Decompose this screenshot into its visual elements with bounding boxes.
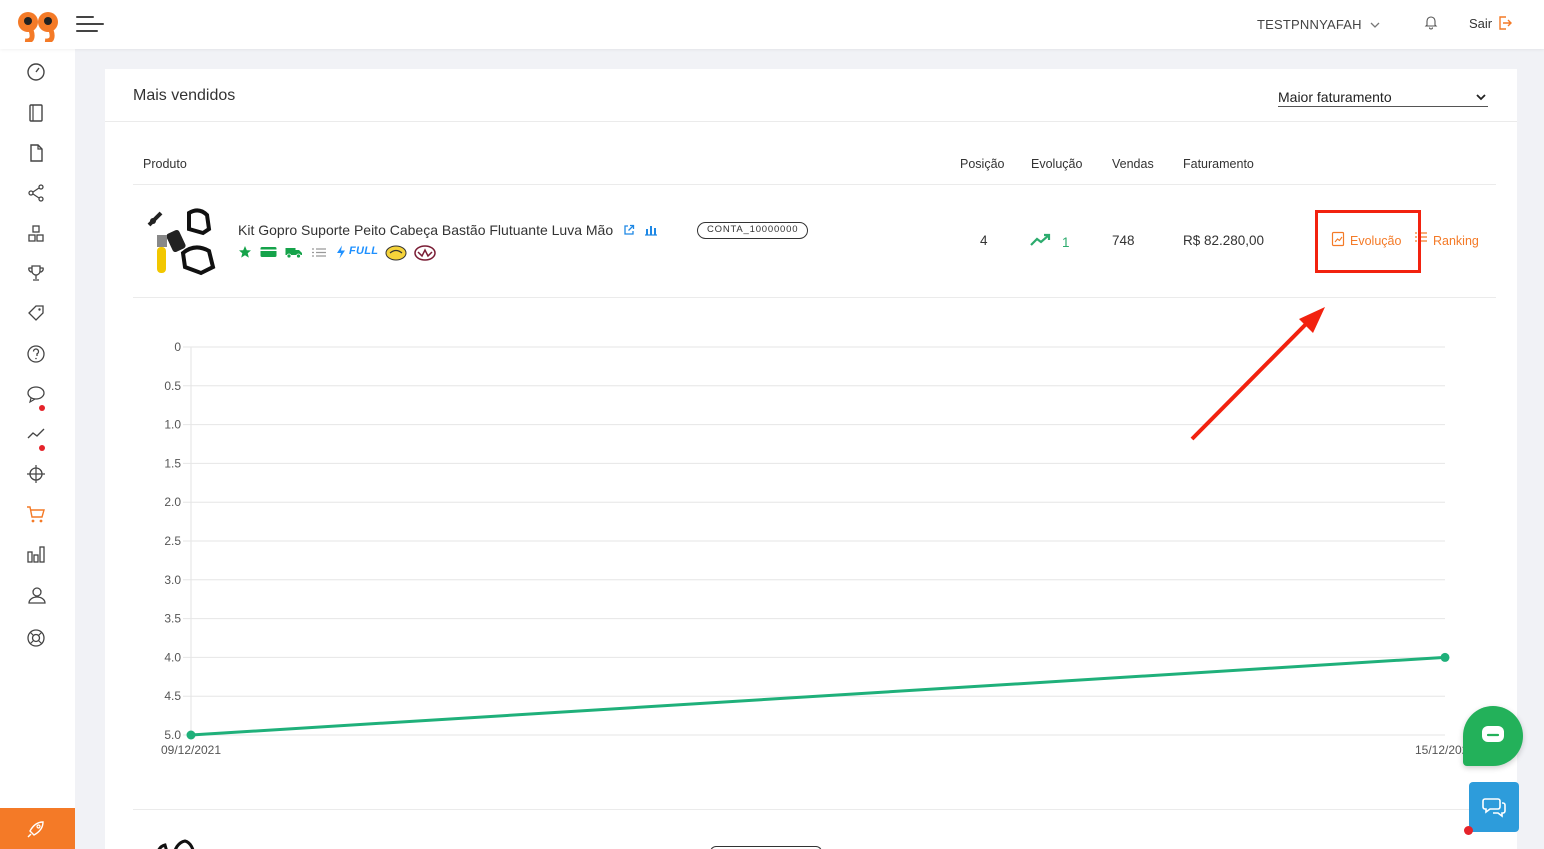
chat-icon[interactable] [25, 383, 47, 405]
help-icon[interactable] [25, 343, 47, 365]
logo-icon[interactable] [17, 10, 59, 42]
y-tick-label: 5.0 [164, 728, 181, 742]
account-badge: CONTA_10000000 [697, 222, 809, 239]
chat-bubble-icon [1482, 726, 1504, 742]
bell-icon[interactable] [1424, 14, 1438, 30]
shipping-logo-icon [385, 245, 407, 261]
boxes-icon[interactable] [25, 223, 47, 245]
trend-up-icon [1030, 233, 1051, 246]
truck-icon [285, 248, 302, 259]
rocket-icon [27, 821, 44, 838]
y-tick-label: 3.0 [164, 573, 181, 587]
notification-dot [39, 405, 45, 411]
chat-widget-button[interactable] [1463, 706, 1523, 766]
y-tick-label: 3.5 [164, 612, 181, 626]
logout-icon[interactable] [1497, 15, 1513, 31]
position-value: 4 [980, 233, 988, 248]
share-icon[interactable] [25, 182, 47, 204]
full-bolt-icon [337, 245, 345, 259]
divider [133, 809, 1496, 810]
notification-dot [39, 445, 45, 451]
speedometer-icon[interactable] [25, 61, 47, 83]
user-menu[interactable]: TESTPNNYAFAH [1257, 17, 1362, 32]
cart-icon[interactable] [25, 503, 47, 525]
column-header-revenue: Faturamento [1183, 157, 1254, 171]
sales-value: 748 [1112, 233, 1135, 248]
support-chat-button[interactable] [1469, 782, 1519, 832]
product-image[interactable] [143, 205, 219, 277]
annotation-arrow [1190, 307, 1325, 441]
highlight-box [1315, 210, 1421, 273]
chat-icon [1482, 798, 1506, 818]
users-icon[interactable] [25, 584, 47, 606]
divider [105, 121, 1517, 122]
y-tick-label: 0.5 [164, 379, 181, 393]
external-link-icon[interactable] [623, 224, 635, 236]
trophy-icon[interactable] [25, 262, 47, 284]
divider [133, 297, 1496, 298]
notification-dot [1464, 826, 1473, 835]
upgrade-button[interactable] [0, 808, 75, 849]
sort-select-value: Maior faturamento [1278, 89, 1392, 105]
best-sellers-card: Mais vendidos Maior faturamento Produto … [105, 69, 1517, 849]
data-point [186, 730, 196, 740]
column-header-position: Posição [960, 157, 1005, 171]
revenue-value: R$ 82.280,00 [1183, 233, 1265, 248]
brand-logo-icon [414, 245, 436, 261]
ranking-action-link[interactable]: Ranking [1433, 234, 1479, 248]
crosshair-icon[interactable] [25, 463, 47, 485]
star-icon [239, 246, 251, 258]
product-image[interactable] [145, 829, 205, 849]
trend-icon[interactable] [25, 423, 47, 445]
divider [133, 184, 1496, 185]
top-bar: TESTPNNYAFAH Sair [0, 0, 1544, 49]
logout-link[interactable]: Sair [1469, 16, 1492, 31]
evolution-value: 1 [1062, 235, 1070, 250]
full-label: FULL [349, 245, 379, 257]
bar-chart-icon[interactable] [644, 224, 658, 236]
y-tick-label: 4.0 [164, 650, 181, 664]
sidebar [0, 49, 75, 849]
tag-icon[interactable] [25, 302, 47, 324]
column-header-sales: Vendas [1112, 157, 1154, 171]
y-tick-label: 4.5 [164, 689, 181, 703]
column-header-evolution: Evolução [1031, 157, 1083, 171]
card-icon [260, 247, 277, 257]
y-tick-label: 2.0 [164, 495, 181, 509]
notebook-icon[interactable] [25, 102, 47, 124]
document-icon[interactable] [25, 142, 47, 164]
list-icon [312, 248, 326, 257]
chevron-down-icon[interactable] [1369, 19, 1381, 31]
y-tick-label: 2.5 [164, 534, 181, 548]
chevron-down-icon [1476, 94, 1486, 101]
sort-select[interactable]: Maior faturamento [1278, 89, 1488, 107]
menu-toggle-icon[interactable] [76, 14, 104, 34]
card-title: Mais vendidos [133, 87, 236, 104]
data-point [1440, 652, 1450, 662]
lifebuoy-icon[interactable] [25, 627, 47, 649]
bar-chart-icon[interactable] [25, 543, 47, 565]
y-tick-label: 1.0 [164, 418, 181, 432]
product-name-link[interactable]: Kit Gopro Suporte Peito Cabeça Bastão Fl… [238, 222, 613, 238]
column-header-product: Produto [143, 157, 187, 171]
x-tick-label: 09/12/2021 [161, 743, 221, 757]
y-tick-label: 0 [174, 340, 181, 354]
y-tick-label: 1.5 [164, 456, 181, 470]
